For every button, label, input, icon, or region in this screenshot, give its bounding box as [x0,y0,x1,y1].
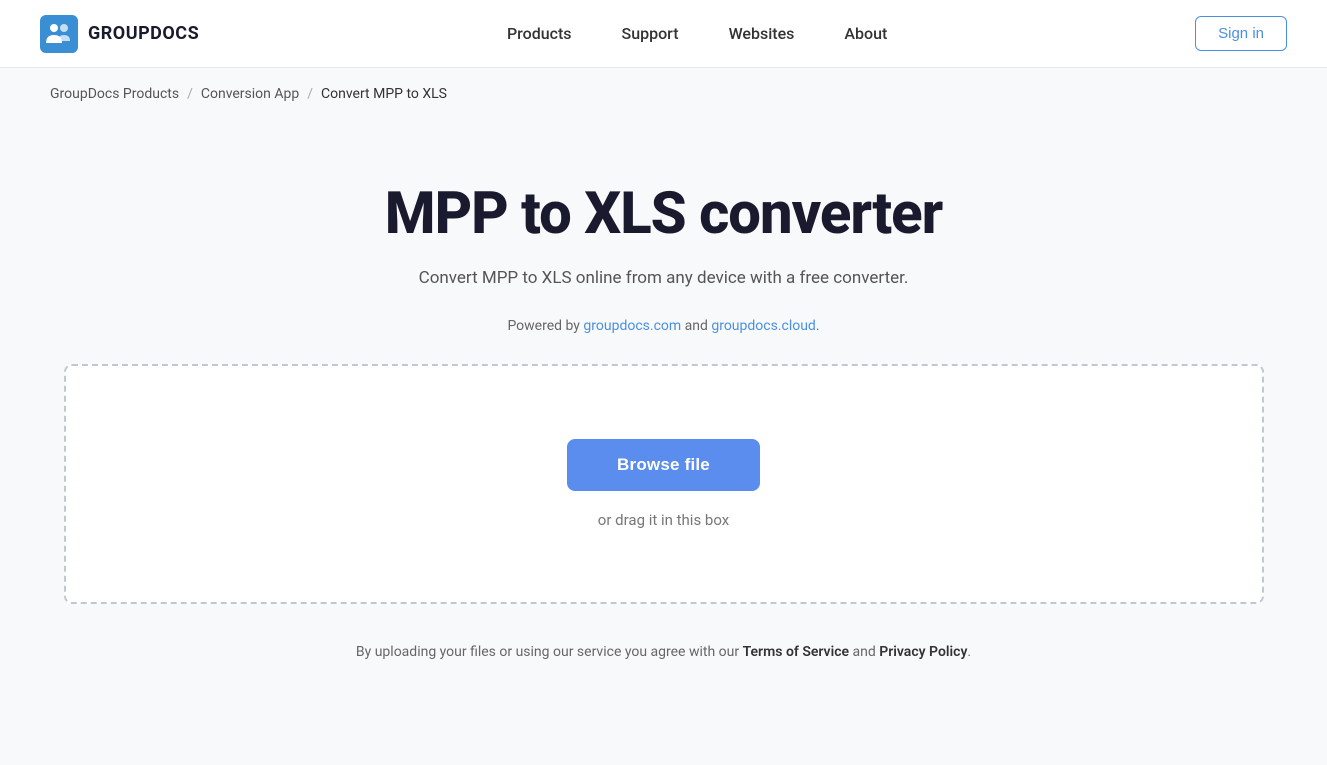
powered-by: Powered by groupdocs.com and groupdocs.c… [507,318,819,334]
browse-file-button[interactable]: Browse file [567,439,760,491]
logo[interactable]: GROUPDOCS [40,15,199,53]
groupdocs-com-link[interactable]: groupdocs.com [583,318,681,334]
page-title: MPP to XLS converter [385,180,942,248]
nav-websites[interactable]: Websites [729,24,795,43]
sign-in-button[interactable]: Sign in [1195,16,1287,51]
breadcrumb: GroupDocs Products / Conversion App / Co… [0,68,1327,120]
header: GROUPDOCS Products Support Websites Abou… [0,0,1327,68]
breadcrumb-separator-2: / [307,86,313,102]
privacy-policy-link[interactable]: Privacy Policy [879,644,967,660]
page-subtitle: Convert MPP to XLS online from any devic… [419,268,909,288]
breadcrumb-conversion-app[interactable]: Conversion App [201,86,299,102]
powered-by-and: and [681,318,711,334]
breadcrumb-home[interactable]: GroupDocs Products [50,86,179,102]
nav: Products Support Websites About [507,24,887,43]
logo-text: GROUPDOCS [88,23,199,44]
terms-of-service-link[interactable]: Terms of Service [743,644,849,660]
footer-note-prefix: By uploading your files or using our ser… [356,644,743,660]
powered-by-suffix: . [816,318,820,334]
nav-about[interactable]: About [844,24,887,43]
breadcrumb-current: Convert MPP to XLS [321,86,447,102]
breadcrumb-separator-1: / [187,86,193,102]
drag-text: or drag it in this box [598,511,729,529]
nav-products[interactable]: Products [507,24,572,43]
footer-suffix: . [967,644,971,660]
powered-by-prefix: Powered by [507,318,583,334]
drop-zone[interactable]: Browse file or drag it in this box [64,364,1264,604]
logo-icon [40,15,78,53]
groupdocs-cloud-link[interactable]: groupdocs.cloud [711,318,816,334]
main-content: MPP to XLS converter Convert MPP to XLS … [0,120,1327,700]
footer-and: and [849,644,879,660]
nav-support[interactable]: Support [622,24,679,43]
footer-note: By uploading your files or using our ser… [356,644,971,660]
